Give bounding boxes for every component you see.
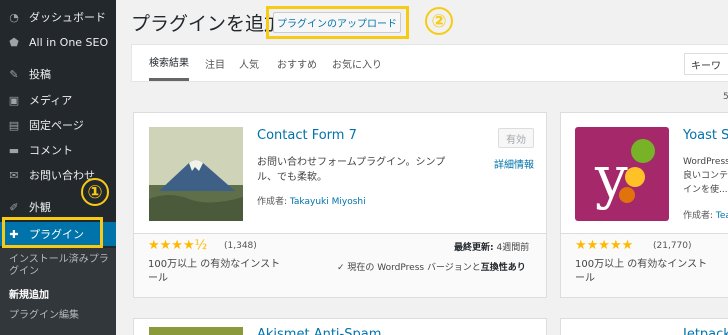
plugin-name-link[interactable]: Jetpack bbox=[683, 327, 728, 335]
active-menu-arrow bbox=[116, 226, 124, 242]
plugin-card-footer: ★★★★★ (21,770) 100万以上 の有効なインストール bbox=[561, 233, 728, 297]
comment-icon: ▬ bbox=[8, 143, 20, 157]
callout-number-1: ① bbox=[81, 178, 109, 206]
upload-highlight-box bbox=[266, 6, 409, 39]
sidebar-item-posts[interactable]: ✎ 投稿 bbox=[0, 63, 116, 85]
plugin-author: 作成者: Takayuki Miyoshi bbox=[257, 197, 366, 207]
plugins-highlight-box bbox=[2, 217, 103, 248]
contact-form-7-thumbnail bbox=[149, 127, 243, 221]
page-icon: ▤ bbox=[8, 118, 20, 132]
more-details-link[interactable]: 詳細情報 bbox=[494, 156, 534, 171]
submenu-installed-plugins[interactable]: インストール済みプラグイン bbox=[0, 254, 110, 278]
submenu-plugin-editor[interactable]: プラグイン編集 bbox=[0, 309, 116, 322]
star-rating: ★★★★★ bbox=[575, 238, 634, 253]
plugin-card-yoast-seo: y Yoast SE WordPress 良いコンテ インを使... 作成者: … bbox=[560, 112, 728, 298]
media-icon: ▣ bbox=[8, 93, 20, 107]
mail-icon: ✉ bbox=[9, 168, 19, 182]
tab-popular[interactable]: 人気 bbox=[239, 45, 259, 81]
author-link[interactable]: Tea bbox=[716, 211, 728, 221]
compatibility: ✓ 現在の WordPress バージョンと互換性あり bbox=[337, 263, 526, 273]
sidebar-item-comments[interactable]: ▬ コメント bbox=[0, 139, 116, 161]
rating-count: (1,348) bbox=[224, 241, 257, 251]
plugin-name-link[interactable]: Akismet Anti-Spam bbox=[257, 327, 381, 335]
active-installs: 100万以上 の有効なインストール bbox=[148, 259, 281, 284]
pin-icon: ✎ bbox=[9, 67, 19, 81]
plugin-name-link[interactable]: Contact Form 7 bbox=[257, 128, 357, 143]
sidebar-item-dashboard[interactable]: ◔ ダッシュボード bbox=[0, 6, 116, 28]
plugin-card-contact-form-7: Contact Form 7 お問い合わせフォームプラグイン。シンプル、でも柔軟… bbox=[133, 112, 547, 298]
sidebar-item-seo[interactable]: ⬟ All in One SEO bbox=[0, 31, 116, 53]
plugin-description: お問い合わせフォームプラグイン。シンプル、でも柔軟。 bbox=[257, 157, 446, 183]
star-rating: ★★★★½ bbox=[148, 238, 208, 253]
active-status-button: 有効 bbox=[498, 128, 534, 148]
search-type-select[interactable]: キーワ bbox=[684, 53, 728, 75]
last-updated: 最終更新: 4週間前 bbox=[454, 243, 530, 253]
tab-recommended[interactable]: おすすめ bbox=[277, 45, 317, 81]
sidebar-item-media[interactable]: ▣ メディア bbox=[0, 89, 116, 111]
rating-count: (21,770) bbox=[653, 241, 692, 251]
page-title: プラグインを追加 bbox=[131, 13, 284, 35]
akismet-thumbnail bbox=[149, 327, 243, 335]
tab-favorites[interactable]: お気に入り bbox=[332, 45, 382, 81]
plugin-filter-tabs: 検索結果 注目 人気 おすすめ お気に入り キーワ bbox=[131, 44, 728, 82]
plugin-card-footer: ★★★★½ (1,348) 100万以上 の有効なインストール 最終更新: 4週… bbox=[134, 233, 546, 297]
plugin-description: WordPress 良いコンテ インを使... bbox=[683, 157, 728, 195]
callout-number-2: ② bbox=[425, 7, 453, 35]
submenu-add-new[interactable]: 新規追加 bbox=[0, 289, 116, 302]
plugin-card-jetpack: Jetpack bbox=[560, 318, 728, 335]
admin-sidebar: ◔ ダッシュボード ⬟ All in One SEO ✎ 投稿 ▣ メディア ▤ 固定ペー… bbox=[0, 0, 116, 335]
results-count: 5 bbox=[723, 92, 728, 102]
plugin-card-akismet: Akismet Anti-Spam bbox=[133, 318, 547, 335]
author-link[interactable]: Takayuki Miyoshi bbox=[290, 197, 366, 207]
shield-icon: ⬟ bbox=[9, 35, 19, 49]
brush-icon: ✐ bbox=[9, 200, 19, 214]
active-installs: 100万以上 の有効なインストール bbox=[575, 259, 708, 284]
plugin-name-link[interactable]: Yoast SE bbox=[683, 128, 728, 143]
tab-featured[interactable]: 注目 bbox=[205, 45, 225, 81]
tab-search-results[interactable]: 検索結果 bbox=[149, 45, 189, 81]
plugin-author: 作成者: Tea bbox=[683, 208, 728, 221]
sidebar-item-pages[interactable]: ▤ 固定ページ bbox=[0, 114, 116, 136]
yoast-seo-thumbnail: y bbox=[575, 127, 669, 221]
dashboard-icon: ◔ bbox=[9, 10, 19, 24]
